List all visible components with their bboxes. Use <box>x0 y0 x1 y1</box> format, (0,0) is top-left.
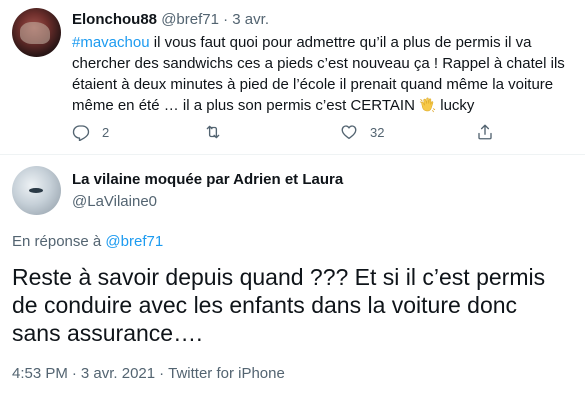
tweet-text-end: lucky <box>436 97 475 114</box>
reply-button[interactable]: 2 <box>72 122 109 142</box>
tweet-actions: 2 32 <box>72 122 552 142</box>
meta-separator: · <box>223 11 229 28</box>
retweet-icon <box>206 125 220 139</box>
avatar[interactable] <box>12 166 61 215</box>
meta-separator: · <box>159 365 165 382</box>
divider <box>0 154 585 155</box>
like-icon <box>341 125 357 140</box>
author-handle[interactable]: @LaVilaine0 <box>72 192 157 212</box>
author-name[interactable]: La vilaine moquée par Adrien et Laura <box>72 170 343 190</box>
reply-handle-link[interactable]: @bref71 <box>105 233 163 250</box>
share-button[interactable] <box>476 122 494 142</box>
hashtag-link[interactable]: #mavachou <box>72 34 150 51</box>
avatar[interactable] <box>12 8 61 57</box>
tweet-text: #mavachou il vous faut quoi pour admettr… <box>72 32 572 116</box>
parent-tweet[interactable]: Elonchou88 @bref71 · 3 avr. #mavachou il… <box>0 0 585 154</box>
author-name[interactable]: Elonchou88 <box>72 11 157 28</box>
tweet-date[interactable]: 3 avr. <box>232 11 269 28</box>
reply-icon <box>72 125 90 141</box>
reply-prefix: En réponse à <box>12 233 106 250</box>
tweet-source[interactable]: Twitter for iPhone <box>168 365 285 382</box>
meta-separator: · <box>71 365 77 382</box>
tweet-text: Reste à savoir depuis quand ??? Et si il… <box>12 264 546 346</box>
tweet-metadata: 4:53 PM · 3 avr. 2021 · Twitter for iPhone <box>12 364 285 384</box>
reply-context: En réponse à @bref71 <box>12 232 163 252</box>
reply-count: 2 <box>102 124 110 140</box>
like-button[interactable]: 32 <box>340 122 384 142</box>
waving-hand-emoji <box>419 97 436 113</box>
author-handle[interactable]: @bref71 <box>161 11 219 28</box>
like-count: 32 <box>370 124 385 140</box>
retweet-button[interactable] <box>204 122 234 142</box>
tweet-full-date[interactable]: 3 avr. 2021 <box>81 365 155 382</box>
share-icon <box>478 124 492 140</box>
tweet-header: Elonchou88 @bref71 · 3 avr. <box>72 10 269 30</box>
tweet-time[interactable]: 4:53 PM <box>12 365 68 382</box>
